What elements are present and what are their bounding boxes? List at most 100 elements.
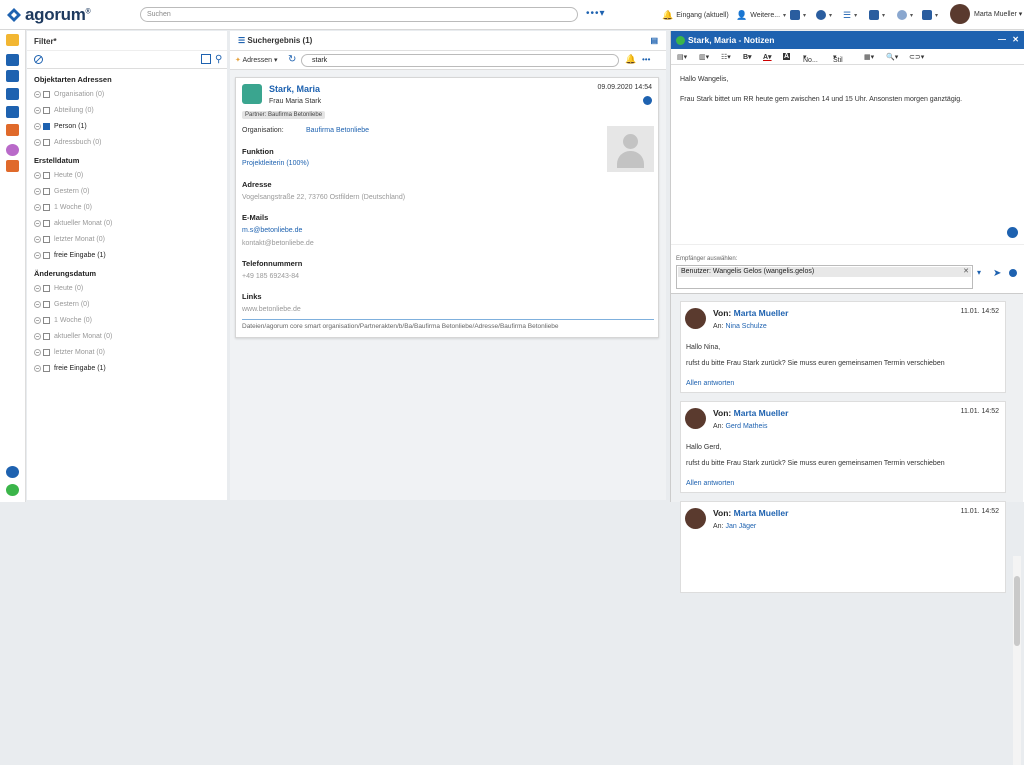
filter-checkbox[interactable]	[43, 106, 50, 114]
filter-checkbox[interactable]	[43, 364, 50, 372]
inbox-app-icon[interactable]	[6, 88, 19, 100]
exclude-icon[interactable]	[34, 203, 41, 211]
message-scrollbar[interactable]	[1013, 556, 1021, 765]
exclude-icon[interactable]	[34, 171, 41, 179]
globe-menu-button[interactable]: ▾	[897, 8, 913, 22]
filter-item[interactable]: aktueller Monat (0)	[27, 215, 227, 231]
spellcheck-icon[interactable]	[1007, 227, 1018, 238]
filter-item[interactable]: 1 Woche (0)	[27, 312, 227, 328]
exclude-icon[interactable]	[34, 364, 41, 372]
exclude-icon[interactable]	[34, 235, 41, 243]
filter-item[interactable]: Person (1)	[27, 118, 227, 134]
filter-item[interactable]: Gestern (0)	[27, 296, 227, 312]
scrollbar-thumb[interactable]	[1014, 576, 1020, 646]
filter-item[interactable]: Organisation (0)	[27, 86, 227, 102]
toolbox-menu-button[interactable]: ▾	[922, 8, 938, 22]
recipient-name[interactable]: Jan Jäger	[725, 523, 756, 530]
filter-checkbox[interactable]	[43, 171, 50, 179]
cancel-icon[interactable]	[1009, 269, 1017, 277]
paste-icon[interactable]: ▥▾	[699, 53, 709, 61]
chat-app-icon[interactable]	[6, 466, 19, 478]
filter-checkbox[interactable]	[43, 235, 50, 243]
message-card[interactable]: Von: Marta Mueller 11.01. 14:52 An: Gerd…	[680, 401, 1006, 493]
play-menu-button[interactable]: ▾	[816, 8, 832, 22]
filter-item[interactable]: letzter Monat (0)	[27, 231, 227, 247]
filter-item[interactable]: Gestern (0)	[27, 183, 227, 199]
more-menu-button[interactable]: 👤 Weitere... ▾	[736, 8, 786, 22]
refresh-icon[interactable]: ↻	[288, 54, 296, 65]
list-format-icon[interactable]: ☷▾	[721, 53, 731, 61]
recipient-field[interactable]: Benutzer: Wangelis Gelos (wangelis.gelos…	[676, 265, 973, 289]
recipient-dropdown-icon[interactable]: ▾	[977, 268, 981, 277]
exclude-icon[interactable]	[34, 348, 41, 356]
exclude-icon[interactable]	[34, 251, 41, 259]
filter-checkbox[interactable]	[43, 138, 50, 146]
sender-name[interactable]: Marta Mueller	[734, 308, 789, 318]
source-icon[interactable]: ▤▾	[677, 53, 687, 61]
exclude-icon[interactable]	[34, 187, 41, 195]
reply-all-link[interactable]: Allen antworten	[686, 480, 734, 487]
smiley-app-icon[interactable]	[6, 144, 19, 156]
bg-color-icon[interactable]: A	[783, 53, 791, 60]
filter-checkbox[interactable]	[43, 187, 50, 195]
inbox-button[interactable]: 🔔 Eingang (aktuell)	[662, 8, 729, 22]
filter-checkbox[interactable]	[43, 348, 50, 356]
filter-checkbox[interactable]	[43, 219, 50, 227]
filter-item[interactable]: Adressbuch (0)	[27, 134, 227, 150]
filter-item[interactable]: Heute (0)	[27, 280, 227, 296]
exclude-icon[interactable]	[34, 300, 41, 308]
recipient-name[interactable]: Gerd Matheis	[725, 423, 767, 430]
filter-item[interactable]: freie Eingabe (1)	[27, 360, 227, 376]
calendar-app-icon[interactable]	[6, 106, 19, 118]
results-query-input[interactable]: stark	[301, 54, 619, 67]
tasks-app-icon[interactable]	[6, 124, 19, 136]
filter-funnel-icon[interactable]: ⚲	[215, 54, 222, 65]
user-menu[interactable]: Marta Mueller ▾	[974, 10, 1022, 18]
bank-menu-button[interactable]: ▾	[869, 8, 885, 22]
code-app-icon[interactable]	[6, 160, 19, 172]
type-dropdown[interactable]: ✦ Adressen ▾	[235, 56, 277, 64]
filter-checkbox[interactable]	[43, 316, 50, 324]
list-menu-button[interactable]: ☰ ▾	[843, 8, 857, 22]
filter-checkbox[interactable]	[43, 284, 50, 292]
clear-filter-icon[interactable]	[34, 55, 43, 64]
exclude-icon[interactable]	[34, 316, 41, 324]
folder-menu-button[interactable]: ▾	[790, 8, 806, 22]
user-avatar[interactable]	[950, 4, 970, 24]
close-icon[interactable]: ✕	[1012, 35, 1019, 44]
result-card[interactable]: Stark, Maria 09.09.2020 14:54 Frau Maria…	[235, 77, 659, 338]
filter-checkbox[interactable]	[43, 332, 50, 340]
filter-item[interactable]: freie Eingabe (1)	[27, 247, 227, 263]
messages-app-icon[interactable]	[6, 484, 19, 496]
message-card[interactable]: Von: Marta Mueller 11.01. 14:52 An: Nina…	[680, 301, 1006, 393]
exclude-icon[interactable]	[34, 284, 41, 292]
message-card[interactable]: Von: Marta Mueller 11.01. 14:52 An: Jan …	[680, 501, 1006, 593]
filter-item[interactable]: letzter Monat (0)	[27, 344, 227, 360]
card-name[interactable]: Stark, Maria	[269, 84, 320, 94]
recipient-name[interactable]: Nina Schulze	[725, 323, 766, 330]
note-editor[interactable]: Hallo Wangelis, Frau Stark bittet um RR …	[671, 65, 1024, 245]
bold-icon[interactable]: B▾	[743, 53, 752, 61]
more-icon[interactable]: •••	[642, 55, 650, 64]
filter-layout-icon[interactable]	[201, 54, 211, 64]
exclude-icon[interactable]	[34, 219, 41, 227]
reply-all-link[interactable]: Allen antworten	[686, 380, 734, 387]
exclude-icon[interactable]	[34, 90, 41, 98]
search-options-button[interactable]: •••▾	[586, 8, 606, 19]
filter-item[interactable]: aktueller Monat (0)	[27, 328, 227, 344]
font-color-icon[interactable]: A▾	[763, 53, 772, 61]
find-icon[interactable]: 🔍▾	[886, 53, 898, 61]
font-dropdown[interactable]: No... ▾	[803, 53, 818, 64]
filter-checkbox[interactable]	[43, 251, 50, 259]
sender-name[interactable]: Marta Mueller	[734, 408, 789, 418]
exclude-icon[interactable]	[34, 138, 41, 146]
remove-recipient-icon[interactable]: ✕	[963, 267, 969, 277]
exclude-icon[interactable]	[34, 106, 41, 114]
email-link[interactable]: m.s@betonliebe.de	[242, 227, 302, 234]
sender-name[interactable]: Marta Mueller	[734, 508, 789, 518]
style-dropdown[interactable]: Stil ▾	[833, 53, 843, 64]
exclude-icon[interactable]	[34, 122, 41, 130]
filter-checkbox[interactable]	[43, 300, 50, 308]
edit-icon[interactable]	[643, 96, 652, 105]
send-icon[interactable]: ➤	[993, 268, 1001, 279]
